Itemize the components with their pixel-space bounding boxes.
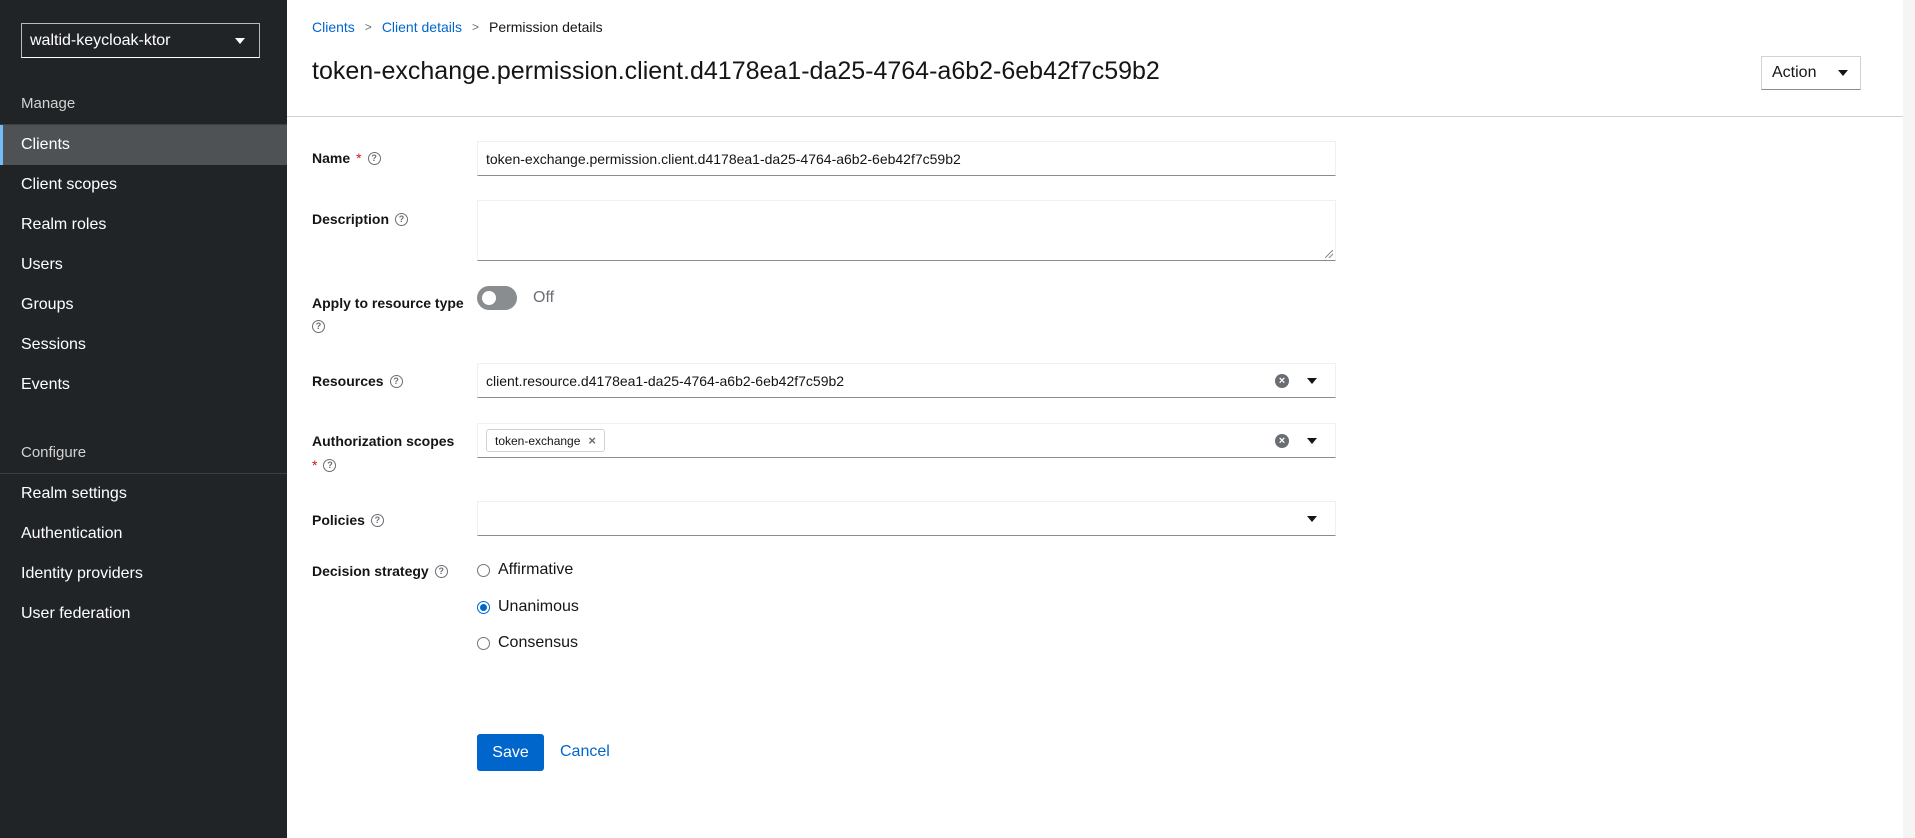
toggle-state-label: Off	[533, 289, 555, 306]
apply-resource-type-label: Apply to resource type	[312, 295, 464, 311]
help-icon[interactable]: ?	[395, 212, 409, 226]
caret-down-icon	[1838, 70, 1848, 76]
name-input[interactable]: token-exchange.permission.client.d4178ea…	[477, 141, 1336, 176]
caret-down-icon	[235, 37, 245, 44]
authorization-scopes-required: * ?	[312, 457, 337, 473]
authorization-scopes-chip-group: token-exchange ×	[486, 429, 1275, 452]
sidebar: waltid-keycloak-ktor Manage Clients Clie…	[0, 0, 287, 838]
divider	[287, 116, 1903, 117]
sidebar-item-realm-roles[interactable]: Realm roles	[0, 205, 287, 245]
realm-selector[interactable]: waltid-keycloak-ktor	[21, 23, 260, 58]
help-icon[interactable]: ?	[367, 151, 381, 165]
nav-section-title: Configure	[21, 444, 87, 461]
name-label-text: Name	[312, 150, 351, 166]
cancel-button[interactable]: Cancel	[560, 743, 610, 761]
description-textarea[interactable]	[477, 200, 1336, 261]
description-label-text: Description	[312, 211, 390, 227]
policies-label-text: Policies	[312, 512, 365, 528]
resources-label-text: Resources	[312, 373, 384, 389]
apply-resource-type-toggle-group: Off	[477, 286, 554, 310]
action-dropdown-label: Action	[1772, 64, 1817, 81]
sidebar-item-events[interactable]: Events	[0, 365, 287, 405]
apply-resource-type-toggle[interactable]	[477, 286, 517, 310]
action-dropdown[interactable]: Action	[1761, 56, 1861, 90]
main-content: Clients > Client details > Permission de…	[287, 0, 1903, 838]
scope-chip: token-exchange ×	[486, 429, 605, 452]
radio-consensus[interactable]: Consensus	[477, 634, 578, 652]
breadcrumb: Clients > Client details > Permission de…	[312, 19, 603, 35]
page-title: token-exchange.permission.client.d4178ea…	[312, 57, 1160, 85]
caret-down-icon[interactable]	[1307, 437, 1317, 444]
realm-selector-label: waltid-keycloak-ktor	[30, 31, 171, 49]
authorization-scopes-label: Authorization scopes	[312, 433, 454, 449]
save-button[interactable]: Save	[477, 734, 544, 771]
decision-strategy-label-text: Decision strategy	[312, 563, 429, 579]
required-mark: *	[356, 150, 362, 166]
apply-resource-type-label-text: Apply to resource type	[312, 295, 464, 311]
caret-down-icon[interactable]	[1307, 377, 1317, 384]
sidebar-item-realm-settings[interactable]: Realm settings	[0, 474, 287, 514]
nav-section-configure: Configure Realm settings Authentication …	[0, 443, 287, 634]
sidebar-item-sessions[interactable]: Sessions	[0, 325, 287, 365]
radio-affirmative[interactable]: Affirmative	[477, 561, 573, 579]
help-icon[interactable]: ?	[389, 374, 403, 388]
breadcrumb-current: Permission details	[488, 19, 603, 35]
scrollbar-track[interactable]	[1903, 0, 1915, 838]
resources-label: Resources ?	[312, 373, 403, 389]
help-icon[interactable]: ?	[312, 320, 325, 333]
name-input-value: token-exchange.permission.client.d4178ea…	[486, 150, 961, 167]
scope-chip-label: token-exchange	[495, 433, 581, 448]
sidebar-item-identity-providers[interactable]: Identity providers	[0, 554, 287, 594]
name-label: Name * ?	[312, 150, 381, 166]
radio-button[interactable]	[477, 636, 490, 650]
authorization-scopes-label-text: Authorization scopes	[312, 433, 455, 449]
policies-label: Policies ?	[312, 512, 384, 528]
radio-unanimous[interactable]: Unanimous	[477, 598, 579, 616]
radio-button[interactable]	[477, 600, 490, 614]
radio-button[interactable]	[477, 563, 490, 577]
authorization-scopes-select[interactable]: token-exchange × ×	[477, 423, 1336, 458]
breadcrumb-separator: >	[471, 20, 479, 34]
resources-select[interactable]: client.resource.d4178ea1-da25-4764-a6b2-…	[477, 363, 1336, 398]
policies-select[interactable]	[477, 501, 1336, 536]
sidebar-item-user-federation[interactable]: User federation	[0, 594, 287, 634]
help-icon[interactable]: ?	[434, 564, 448, 578]
sidebar-item-authentication[interactable]: Authentication	[0, 514, 287, 554]
clear-icon[interactable]: ×	[1275, 373, 1289, 388]
radio-label: Consensus	[498, 634, 579, 651]
caret-down-icon[interactable]	[1307, 515, 1317, 522]
clear-icon[interactable]: ×	[1275, 433, 1289, 448]
radio-label: Affirmative	[498, 561, 574, 578]
toggle-knob	[482, 291, 496, 305]
apply-resource-type-help: ?	[312, 320, 325, 333]
help-icon[interactable]: ?	[370, 513, 384, 527]
decision-strategy-label: Decision strategy ?	[312, 563, 448, 579]
nav-section-manage: Manage Clients Client scopes Realm roles…	[0, 94, 287, 405]
help-icon[interactable]: ?	[323, 458, 337, 472]
close-icon[interactable]: ×	[588, 433, 596, 448]
breadcrumb-client-details[interactable]: Client details	[382, 19, 462, 35]
sidebar-item-clients[interactable]: Clients	[0, 125, 287, 165]
sidebar-item-users[interactable]: Users	[0, 245, 287, 285]
sidebar-item-client-scopes[interactable]: Client scopes	[0, 165, 287, 205]
resize-handle[interactable]	[1325, 250, 1333, 258]
radio-label: Unanimous	[498, 598, 579, 615]
nav-section-title: Manage	[21, 95, 76, 112]
breadcrumb-separator: >	[364, 20, 372, 34]
resources-value: client.resource.d4178ea1-da25-4764-a6b2-…	[486, 372, 845, 389]
breadcrumb-clients[interactable]: Clients	[312, 19, 355, 35]
required-mark: *	[312, 457, 318, 473]
description-label: Description ?	[312, 211, 409, 227]
sidebar-item-groups[interactable]: Groups	[0, 285, 287, 325]
